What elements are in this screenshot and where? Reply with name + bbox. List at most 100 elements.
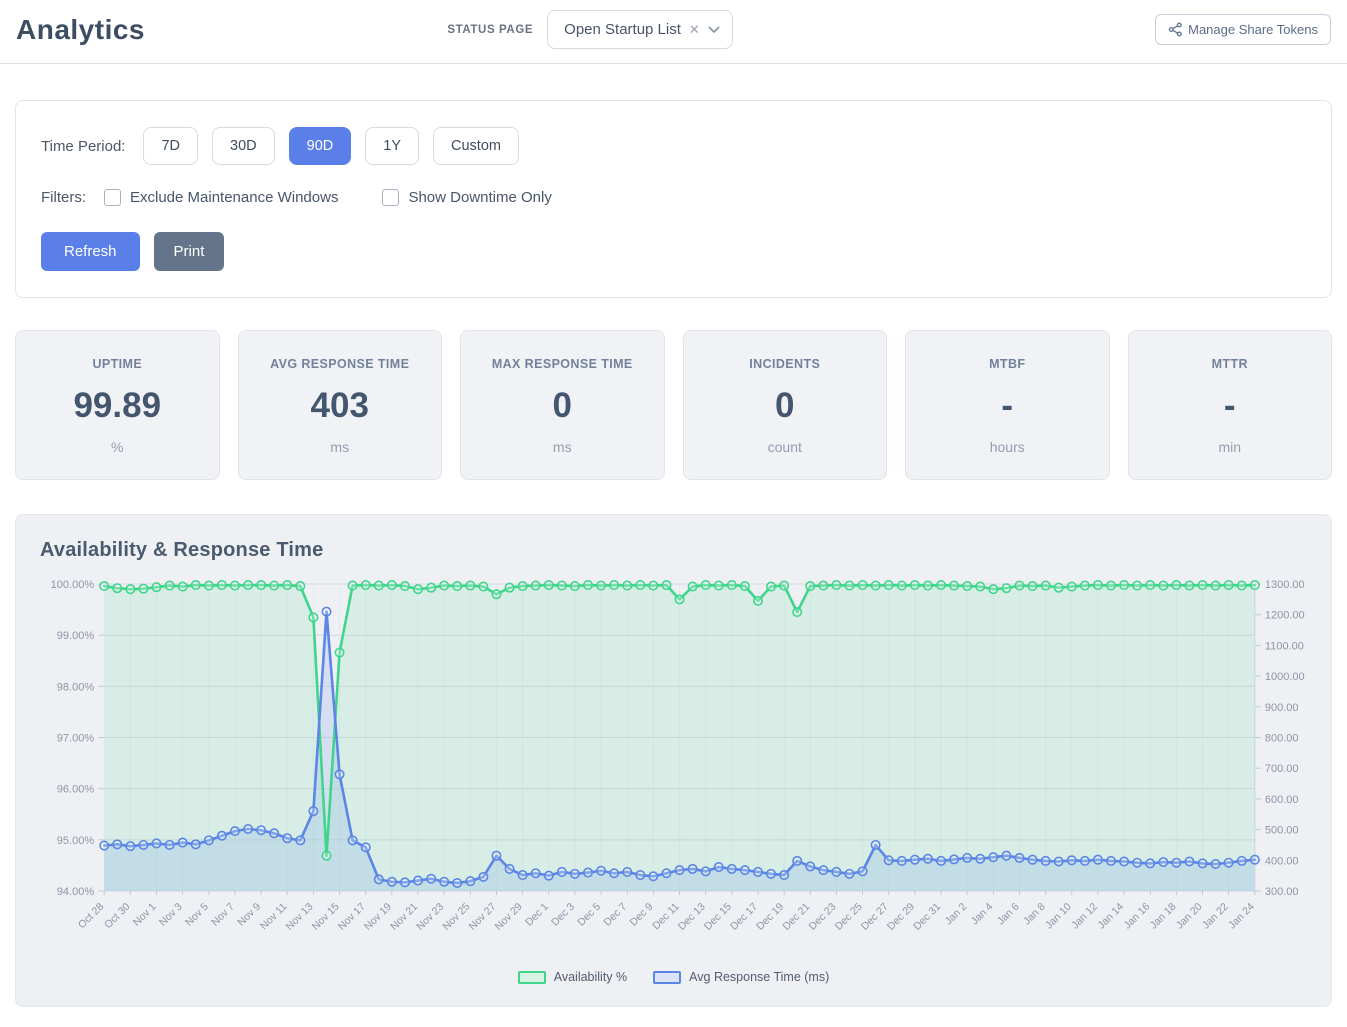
- svg-text:1100.00: 1100.00: [1265, 640, 1304, 652]
- time-period-label: Time Period:: [41, 138, 125, 155]
- page-content: Time Period: 7D 30D 90D 1Y Custom Filters: E…: [0, 100, 1347, 1007]
- checkbox-0[interactable]: [104, 189, 121, 206]
- svg-text:Nov 19: Nov 19: [362, 901, 394, 933]
- svg-text:700.00: 700.00: [1265, 763, 1299, 775]
- page-header: Analytics STATUS PAGE Open Startup List …: [0, 0, 1347, 64]
- svg-text:500.00: 500.00: [1265, 825, 1299, 837]
- stat-unit: ms: [469, 439, 656, 455]
- svg-text:Nov 13: Nov 13: [283, 901, 315, 933]
- page-title: Analytics: [16, 14, 145, 46]
- filter-checkbox-item[interactable]: Show Downtime Only: [382, 189, 551, 206]
- svg-text:99.00%: 99.00%: [57, 630, 95, 642]
- checkbox-1[interactable]: [382, 189, 399, 206]
- status-page-select[interactable]: Open Startup List ✕: [547, 10, 733, 49]
- svg-text:Jan 6: Jan 6: [995, 901, 1022, 928]
- svg-text:Dec 25: Dec 25: [833, 901, 865, 933]
- filter-panel: Time Period: 7D 30D 90D 1Y Custom Filters: E…: [15, 100, 1332, 298]
- manage-share-tokens-button[interactable]: Manage Share Tokens: [1155, 14, 1331, 45]
- svg-text:400.00: 400.00: [1265, 855, 1299, 867]
- refresh-button[interactable]: Refresh: [41, 232, 140, 271]
- stat-label: AVG RESPONSE TIME: [247, 357, 434, 371]
- svg-text:Dec 7: Dec 7: [601, 901, 629, 929]
- svg-text:Dec 19: Dec 19: [754, 901, 786, 933]
- svg-text:Nov 7: Nov 7: [209, 901, 237, 929]
- svg-text:98.00%: 98.00%: [57, 681, 95, 693]
- stat-unit: hours: [914, 439, 1101, 455]
- time-period-buttons: 7D 30D 90D 1Y Custom: [143, 127, 518, 165]
- stat-card-uptime: UPTIME99.89%: [15, 330, 220, 480]
- svg-text:Nov 27: Nov 27: [467, 901, 499, 933]
- stat-value: 99.89: [24, 386, 211, 426]
- legend-swatch-icon: [518, 971, 546, 984]
- stat-value: 403: [247, 386, 434, 426]
- svg-text:Nov 23: Nov 23: [414, 901, 446, 933]
- svg-text:Dec 11: Dec 11: [650, 901, 682, 933]
- svg-text:Dec 29: Dec 29: [885, 901, 917, 933]
- svg-text:100.00%: 100.00%: [51, 579, 95, 591]
- time-period-button-1y[interactable]: 1Y: [365, 127, 419, 165]
- svg-text:Jan 18: Jan 18: [1148, 901, 1179, 932]
- svg-text:Nov 3: Nov 3: [157, 901, 185, 929]
- status-page-label: STATUS PAGE: [447, 24, 533, 36]
- legend-label: Avg Response Time (ms): [689, 970, 829, 984]
- svg-text:Nov 15: Nov 15: [310, 901, 342, 933]
- svg-text:1200.00: 1200.00: [1265, 610, 1305, 622]
- svg-text:Nov 25: Nov 25: [440, 901, 472, 933]
- filters-row: Filters: Exclude Maintenance Windows Show…: [41, 189, 1306, 206]
- svg-text:Dec 21: Dec 21: [780, 901, 812, 933]
- share-icon: [1168, 22, 1183, 37]
- legend-item[interactable]: Avg Response Time (ms): [653, 970, 829, 984]
- svg-text:300.00: 300.00: [1265, 886, 1299, 898]
- status-page-group: STATUS PAGE Open Startup List ✕: [447, 10, 732, 49]
- svg-text:Dec 17: Dec 17: [728, 901, 760, 933]
- clear-selection-icon[interactable]: ✕: [689, 23, 700, 36]
- svg-text:94.00%: 94.00%: [57, 886, 95, 898]
- stat-label: UPTIME: [24, 357, 211, 371]
- svg-text:Dec 15: Dec 15: [702, 901, 734, 933]
- stat-card-mtbf: MTBF-hours: [905, 330, 1110, 480]
- print-button[interactable]: Print: [154, 232, 225, 271]
- svg-text:Dec 23: Dec 23: [806, 901, 838, 933]
- stats-row: UPTIME99.89%AVG RESPONSE TIME403msMAX RE…: [15, 330, 1332, 480]
- legend-label: Availability %: [554, 970, 627, 984]
- stat-unit: ms: [247, 439, 434, 455]
- svg-text:1000.00: 1000.00: [1265, 671, 1305, 683]
- manage-share-tokens-label: Manage Share Tokens: [1188, 22, 1318, 37]
- stat-card-avg-response-time: AVG RESPONSE TIME 403 ms: [238, 330, 443, 480]
- stat-value: -: [1137, 386, 1324, 426]
- svg-text:Jan 22: Jan 22: [1200, 901, 1231, 932]
- time-period-button-7d[interactable]: 7D: [143, 127, 198, 165]
- stat-card-incidents: INCIDENTS 0 count: [683, 330, 888, 480]
- stat-value: 0: [692, 386, 879, 426]
- svg-text:97.00%: 97.00%: [57, 733, 95, 745]
- time-period-button-custom[interactable]: Custom: [433, 127, 519, 165]
- svg-text:600.00: 600.00: [1265, 794, 1299, 806]
- svg-text:1300.00: 1300.00: [1265, 579, 1305, 591]
- svg-text:96.00%: 96.00%: [57, 784, 95, 796]
- svg-text:Dec 1: Dec 1: [523, 901, 551, 929]
- stat-label: INCIDENTS: [692, 357, 879, 371]
- svg-text:Dec 5: Dec 5: [575, 901, 603, 929]
- svg-text:900.00: 900.00: [1265, 702, 1299, 714]
- chart-card: Availability & Response Time 100.00% 99.0…: [15, 514, 1332, 1007]
- svg-text:Oct 28: Oct 28: [76, 901, 106, 931]
- status-page-selected-value: Open Startup List: [564, 21, 681, 38]
- svg-text:Dec 27: Dec 27: [859, 901, 891, 933]
- svg-text:Nov 1: Nov 1: [131, 901, 159, 929]
- time-period-button-30d[interactable]: 30D: [212, 127, 275, 165]
- svg-text:Nov 11: Nov 11: [258, 901, 290, 933]
- stat-card-mttr: MTTR-min: [1128, 330, 1333, 480]
- filter-checkbox-item[interactable]: Exclude Maintenance Windows: [104, 189, 338, 206]
- filters-label: Filters:: [41, 189, 86, 206]
- time-period-button-90d[interactable]: 90D: [289, 127, 352, 165]
- chart-title: Availability & Response Time: [40, 539, 1307, 562]
- stat-unit: min: [1137, 439, 1324, 455]
- svg-text:800.00: 800.00: [1265, 733, 1299, 745]
- svg-text:Nov 5: Nov 5: [183, 901, 211, 929]
- stat-unit: count: [692, 439, 879, 455]
- legend-item[interactable]: Availability %: [518, 970, 627, 984]
- checkbox-label: Show Downtime Only: [408, 189, 551, 206]
- chart-legend: Availability % Avg Response Time (ms): [40, 966, 1307, 994]
- svg-text:Dec 3: Dec 3: [549, 901, 577, 929]
- time-period-row: Time Period: 7D 30D 90D 1Y Custom: [41, 127, 1306, 165]
